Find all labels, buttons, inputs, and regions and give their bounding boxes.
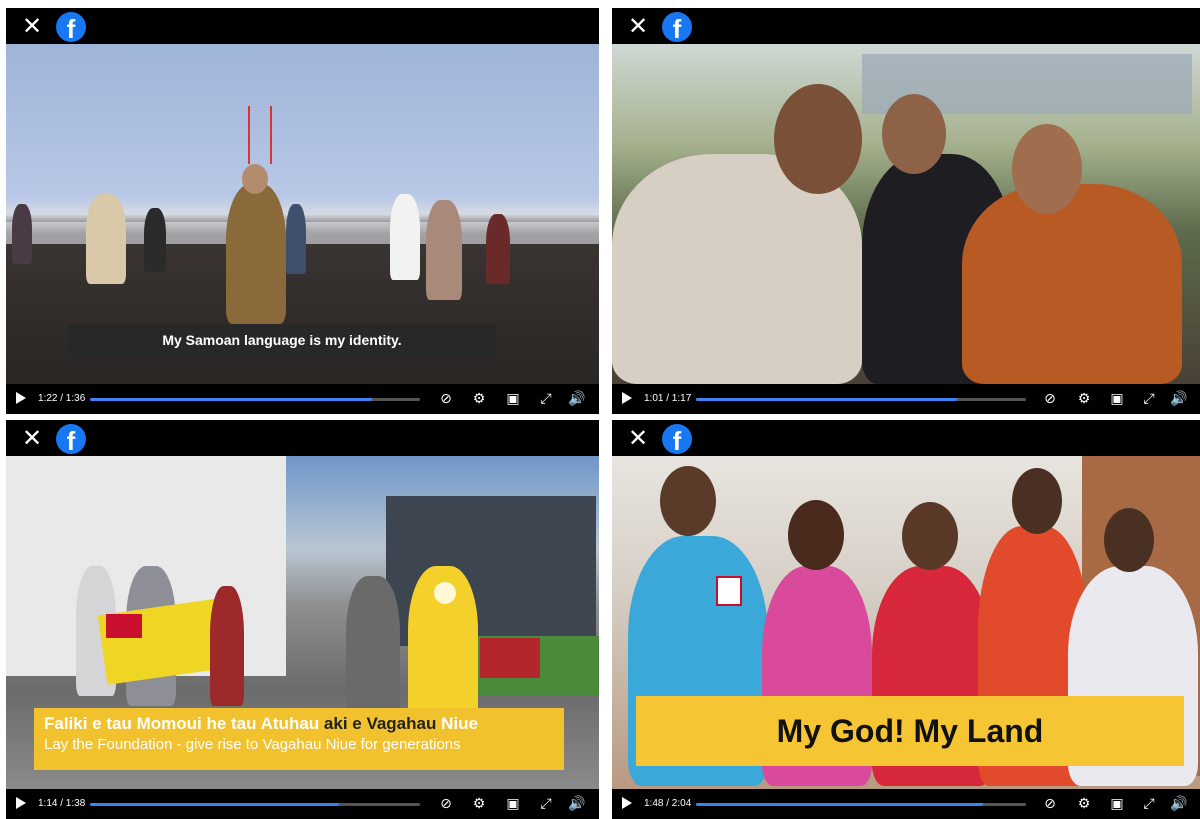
volume-icon[interactable]: 🔊 — [1170, 795, 1188, 813]
player-header: ✕ f — [612, 8, 1200, 44]
picture-in-picture-icon[interactable]: ▣ — [504, 795, 522, 813]
fullscreen-icon[interactable]: ⤢ — [537, 795, 555, 813]
player-controls: 1:01 / 1:17 ⊘ ⚙ ▣ ⤢ 🔊 — [612, 384, 1200, 414]
time-display: 1:14 / 1:38 — [38, 798, 86, 809]
fullscreen-icon[interactable]: ⤢ — [537, 390, 555, 408]
progress-bar[interactable] — [696, 398, 1026, 401]
player-header: ✕ f — [612, 420, 1200, 456]
play-icon[interactable] — [622, 797, 632, 809]
progress-bar[interactable] — [696, 803, 1026, 806]
caption-line-2: Lay the Foundation - give rise to Vagaha… — [44, 736, 461, 753]
gear-icon[interactable]: ⚙ — [470, 390, 488, 408]
facebook-logo-icon: f — [56, 12, 86, 42]
player-header: ✕ f — [6, 8, 599, 44]
picture-in-picture-icon[interactable]: ▣ — [504, 390, 522, 408]
close-icon[interactable]: ✕ — [20, 14, 44, 38]
picture-in-picture-icon[interactable]: ▣ — [1108, 795, 1126, 813]
captions-icon[interactable]: ⊘ — [1041, 390, 1059, 408]
facebook-logo-icon: f — [662, 12, 692, 42]
time-display: 1:22 / 1:36 — [38, 393, 86, 404]
facebook-logo-icon: f — [662, 424, 692, 454]
captions-icon[interactable]: ⊘ — [437, 795, 455, 813]
video-caption: My God! My Land — [636, 696, 1184, 766]
video-player-2: ✕ f 1:01 / 1:17 ⊘ ⚙ ▣ ⤢ 🔊 — [612, 8, 1200, 414]
caption-line-1: Faliki e tau Momoui he tau Atuhau aki e … — [44, 714, 478, 733]
gear-icon[interactable]: ⚙ — [1075, 795, 1093, 813]
time-display: 1:01 / 1:17 — [644, 393, 692, 404]
video-player-3: ✕ f Faliki e tau Momoui he tau Atuhau ak… — [6, 420, 599, 819]
progress-fill — [696, 398, 958, 401]
close-icon[interactable]: ✕ — [20, 426, 44, 450]
player-header: ✕ f — [6, 420, 599, 456]
close-icon[interactable]: ✕ — [626, 14, 650, 38]
progress-fill — [696, 803, 984, 806]
player-controls: 1:48 / 2:04 ⊘ ⚙ ▣ ⤢ 🔊 — [612, 789, 1200, 819]
picture-in-picture-icon[interactable]: ▣ — [1108, 390, 1126, 408]
progress-bar[interactable] — [90, 803, 420, 806]
captions-icon[interactable]: ⊘ — [1041, 795, 1059, 813]
volume-icon[interactable]: 🔊 — [568, 795, 586, 813]
time-display: 1:48 / 2:04 — [644, 798, 692, 809]
gear-icon[interactable]: ⚙ — [1075, 390, 1093, 408]
play-icon[interactable] — [16, 797, 26, 809]
video-caption: Faliki e tau Momoui he tau Atuhau aki e … — [34, 708, 564, 770]
play-icon[interactable] — [16, 392, 26, 404]
player-controls: 1:14 / 1:38 ⊘ ⚙ ▣ ⤢ 🔊 — [6, 789, 599, 819]
video-frame[interactable] — [612, 44, 1200, 384]
player-controls: 1:22 / 1:36 ⊘ ⚙ ▣ ⤢ 🔊 — [6, 384, 599, 414]
video-player-4: ✕ f My God! My Land 1:48 / 2:04 ⊘ ⚙ ▣ ⤢ — [612, 420, 1200, 819]
progress-fill — [90, 803, 340, 806]
volume-icon[interactable]: 🔊 — [1170, 390, 1188, 408]
progress-bar[interactable] — [90, 398, 420, 401]
video-player-1: ✕ f My Samoan language is my identity. 1… — [6, 8, 599, 414]
fullscreen-icon[interactable]: ⤢ — [1140, 795, 1158, 813]
video-caption: My Samoan language is my identity. — [68, 324, 496, 356]
campus-scene — [612, 44, 1200, 384]
video-frame[interactable]: My God! My Land — [612, 456, 1200, 789]
gear-icon[interactable]: ⚙ — [470, 795, 488, 813]
volume-icon[interactable]: 🔊 — [568, 390, 586, 408]
captions-icon[interactable]: ⊘ — [437, 390, 455, 408]
video-frame[interactable]: Faliki e tau Momoui he tau Atuhau aki e … — [6, 456, 599, 789]
fullscreen-icon[interactable]: ⤢ — [1140, 390, 1158, 408]
facebook-logo-icon: f — [56, 424, 86, 454]
play-icon[interactable] — [622, 392, 632, 404]
progress-fill — [90, 398, 372, 401]
video-frame[interactable]: My Samoan language is my identity. — [6, 44, 599, 384]
close-icon[interactable]: ✕ — [626, 426, 650, 450]
